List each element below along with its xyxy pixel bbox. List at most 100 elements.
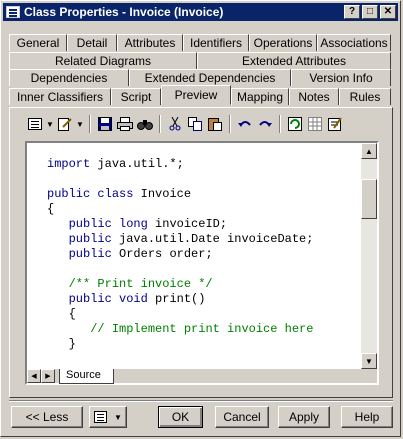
find-icon[interactable] bbox=[135, 114, 155, 134]
redo-icon[interactable] bbox=[255, 114, 275, 134]
scroll-corner bbox=[361, 369, 377, 383]
separator-line bbox=[9, 400, 393, 402]
editor-tab-bar: ◀ ▶ Source bbox=[27, 369, 377, 384]
code-line: public void print() bbox=[47, 292, 313, 307]
next-tab-button[interactable]: ▶ bbox=[41, 369, 55, 383]
tab-associations[interactable]: Associations bbox=[317, 34, 391, 51]
list-menu-icon[interactable] bbox=[25, 114, 45, 134]
code-line: // Implement print invoice here bbox=[47, 322, 313, 337]
code-keyword: public bbox=[47, 187, 91, 201]
tab-inner-classifiers[interactable]: Inner Classifiers bbox=[9, 88, 111, 105]
code-keyword: public bbox=[68, 217, 112, 231]
tab-extended-dependencies[interactable]: Extended Dependencies bbox=[129, 69, 291, 86]
undo-icon[interactable] bbox=[235, 114, 255, 134]
code-keyword: public bbox=[68, 232, 112, 246]
code-keyword: public bbox=[68, 292, 112, 306]
grid-icon[interactable] bbox=[305, 114, 325, 134]
code-line: public class Invoice bbox=[47, 187, 313, 202]
title-bar[interactable]: Class Properties - Invoice (Invoice) ? □… bbox=[3, 3, 398, 21]
properties-icon[interactable] bbox=[325, 114, 345, 134]
chevron-down-icon[interactable]: ▼ bbox=[45, 114, 55, 134]
list-menu-icon bbox=[94, 411, 108, 423]
code-preview-editor[interactable]: import java.util.*; public class Invoice{… bbox=[25, 141, 379, 385]
tab-mapping[interactable]: Mapping bbox=[231, 88, 289, 105]
tab-related-diagrams[interactable]: Related Diagrams bbox=[9, 52, 197, 69]
tab-rules[interactable]: Rules bbox=[339, 88, 391, 105]
cancel-button[interactable]: Cancel bbox=[215, 406, 269, 428]
source-tab[interactable]: Source bbox=[59, 369, 114, 384]
print-icon[interactable] bbox=[115, 114, 135, 134]
code-line: /** Print invoice */ bbox=[47, 277, 313, 292]
toolbar-separator bbox=[89, 115, 91, 133]
code-line: { bbox=[47, 202, 313, 217]
code-text[interactable]: import java.util.*; public class Invoice{… bbox=[47, 157, 313, 352]
tab-row-4: Inner Classifiers Script Preview Mapping… bbox=[9, 85, 391, 105]
edit-menu-icon[interactable] bbox=[55, 114, 75, 134]
code-line: } bbox=[47, 337, 313, 352]
chevron-down-icon: ▼ bbox=[114, 412, 122, 422]
code-token: invoiceID; bbox=[147, 217, 228, 231]
code-line: import java.util.*; bbox=[47, 157, 313, 172]
tab-notes[interactable]: Notes bbox=[289, 88, 339, 105]
tab-preview[interactable]: Preview bbox=[161, 85, 231, 105]
help-button[interactable]: Help bbox=[341, 406, 393, 428]
tab-general[interactable]: General bbox=[9, 34, 67, 51]
tab-dependencies[interactable]: Dependencies bbox=[9, 69, 129, 86]
paste-icon[interactable] bbox=[205, 114, 225, 134]
vertical-scrollbar[interactable]: ▲ ▼ bbox=[361, 143, 377, 369]
close-button[interactable]: ✕ bbox=[380, 5, 396, 19]
toolbar-separator bbox=[159, 115, 161, 133]
code-line: public long invoiceID; bbox=[47, 217, 313, 232]
apply-button[interactable]: Apply bbox=[278, 406, 330, 428]
scroll-thumb[interactable] bbox=[361, 179, 377, 219]
tab-script[interactable]: Script bbox=[111, 88, 161, 105]
tab-row-3: Dependencies Extended Dependencies Versi… bbox=[9, 69, 391, 86]
code-token: Invoice bbox=[133, 187, 192, 201]
copy-icon[interactable] bbox=[185, 114, 205, 134]
help-title-button[interactable]: ? bbox=[344, 5, 360, 19]
list-dropdown-button[interactable]: ▼ bbox=[89, 406, 127, 428]
tab-identifiers[interactable]: Identifiers bbox=[183, 34, 249, 51]
ok-button[interactable]: OK bbox=[158, 406, 203, 428]
toolbar-separator bbox=[229, 115, 231, 133]
code-line: public Orders order; bbox=[47, 247, 313, 262]
code-token: Orders order; bbox=[111, 247, 213, 261]
code-token: java.util.Date invoiceDate; bbox=[111, 232, 314, 246]
dialog-window: Class Properties - Invoice (Invoice) ? □… bbox=[0, 0, 401, 437]
tab-extended-attributes[interactable]: Extended Attributes bbox=[197, 52, 391, 69]
less-button[interactable]: << Less bbox=[11, 406, 83, 428]
code-token: print() bbox=[147, 292, 206, 306]
cut-icon[interactable] bbox=[165, 114, 185, 134]
tab-version-info[interactable]: Version Info bbox=[291, 69, 391, 86]
code-line: { bbox=[47, 307, 313, 322]
save-icon[interactable] bbox=[95, 114, 115, 134]
maximize-button[interactable]: □ bbox=[362, 5, 378, 19]
scroll-down-button[interactable]: ▼ bbox=[361, 353, 377, 369]
scroll-up-button[interactable]: ▲ bbox=[361, 143, 377, 159]
chevron-down-icon[interactable]: ▼ bbox=[75, 114, 85, 134]
first-tab-button[interactable]: ◀ bbox=[27, 369, 41, 383]
preview-toolbar: ▼ ▼ bbox=[25, 113, 345, 135]
tab-row-2: Related Diagrams Extended Attributes bbox=[9, 52, 391, 69]
toolbar-separator bbox=[279, 115, 281, 133]
tab-row-1: General Detail Attributes Identifiers Op… bbox=[9, 34, 391, 51]
tab-operations[interactable]: Operations bbox=[249, 34, 317, 51]
code-keyword: public bbox=[68, 247, 112, 261]
code-keyword: void bbox=[119, 292, 148, 306]
code-comment: // Implement print invoice here bbox=[90, 322, 314, 336]
tab-attributes[interactable]: Attributes bbox=[117, 34, 183, 51]
refresh-icon[interactable] bbox=[285, 114, 305, 134]
tab-detail[interactable]: Detail bbox=[67, 34, 117, 51]
code-line: public java.util.Date invoiceDate; bbox=[47, 232, 314, 247]
code-keyword: long bbox=[119, 217, 148, 231]
